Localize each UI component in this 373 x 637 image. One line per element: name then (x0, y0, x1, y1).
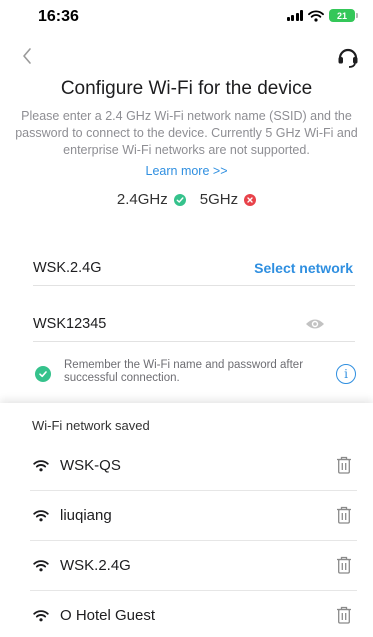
ssid-value[interactable]: WSK.2.4G (33, 260, 102, 276)
status-bar: 16:36 21 (0, 0, 373, 36)
saved-network-row[interactable]: WSK.2.4G (0, 541, 373, 591)
eye-icon[interactable] (305, 317, 325, 331)
band-5g-label: 5GHz (199, 191, 239, 208)
info-icon[interactable]: i (336, 364, 356, 384)
saved-network-name: WSK.2.4G (60, 557, 131, 574)
trash-icon[interactable] (335, 555, 353, 575)
battery-icon: 21 (329, 9, 358, 22)
remember-label: Remember the Wi-Fi name and password aft… (64, 359, 304, 384)
wifi-icon (33, 459, 49, 472)
signal-icon (286, 10, 303, 21)
saved-network-name: liuqiang (60, 507, 112, 524)
page-title: Configure Wi-Fi for the device (60, 78, 313, 99)
band-2g4: 2.4GHz (117, 191, 186, 208)
saved-network-row[interactable]: WSK-QS (0, 441, 373, 491)
wifi-icon (33, 509, 49, 522)
trash-icon[interactable] (335, 455, 353, 475)
remember-checkbox[interactable] (35, 366, 51, 382)
status-time: 16:36 (38, 8, 79, 25)
band-support: 2.4GHz 5GHz (0, 191, 373, 208)
learn-more-link[interactable]: Learn more >> (0, 164, 373, 178)
password-field[interactable]: WSK12345 (33, 312, 355, 342)
band-2g4-label: 2.4GHz (116, 191, 168, 208)
wifi-icon (33, 609, 49, 622)
status-icons: 21 (286, 9, 358, 22)
saved-network-name: WSK-QS (60, 457, 121, 474)
band-5g: 5GHz (199, 191, 257, 208)
saved-networks-sheet: Wi-Fi network saved WSK-QS liuqiang WSK.… (0, 403, 373, 637)
saved-network-row[interactable]: O Hotel Guest (0, 591, 373, 637)
description-text: Please enter a 2.4 GHz Wi-Fi network nam… (15, 109, 358, 157)
saved-network-name: O Hotel Guest (60, 607, 156, 624)
remember-option: Remember the Wi-Fi name and password aft… (33, 356, 363, 390)
back-icon[interactable] (16, 44, 40, 68)
password-value[interactable]: WSK12345 (33, 316, 106, 332)
trash-icon[interactable] (335, 505, 353, 525)
trash-icon[interactable] (335, 605, 353, 625)
ssid-field[interactable]: WSK.2.4G Select network (33, 256, 355, 286)
headset-icon[interactable] (335, 44, 361, 70)
wifi-icon (33, 559, 49, 572)
close-icon (244, 193, 257, 206)
check-icon (173, 193, 186, 206)
saved-networks-title: Wi-Fi network saved (32, 418, 150, 433)
select-network-button[interactable]: Select network (254, 260, 353, 276)
wifi-status-icon (308, 9, 324, 22)
saved-network-row[interactable]: liuqiang (0, 491, 373, 541)
